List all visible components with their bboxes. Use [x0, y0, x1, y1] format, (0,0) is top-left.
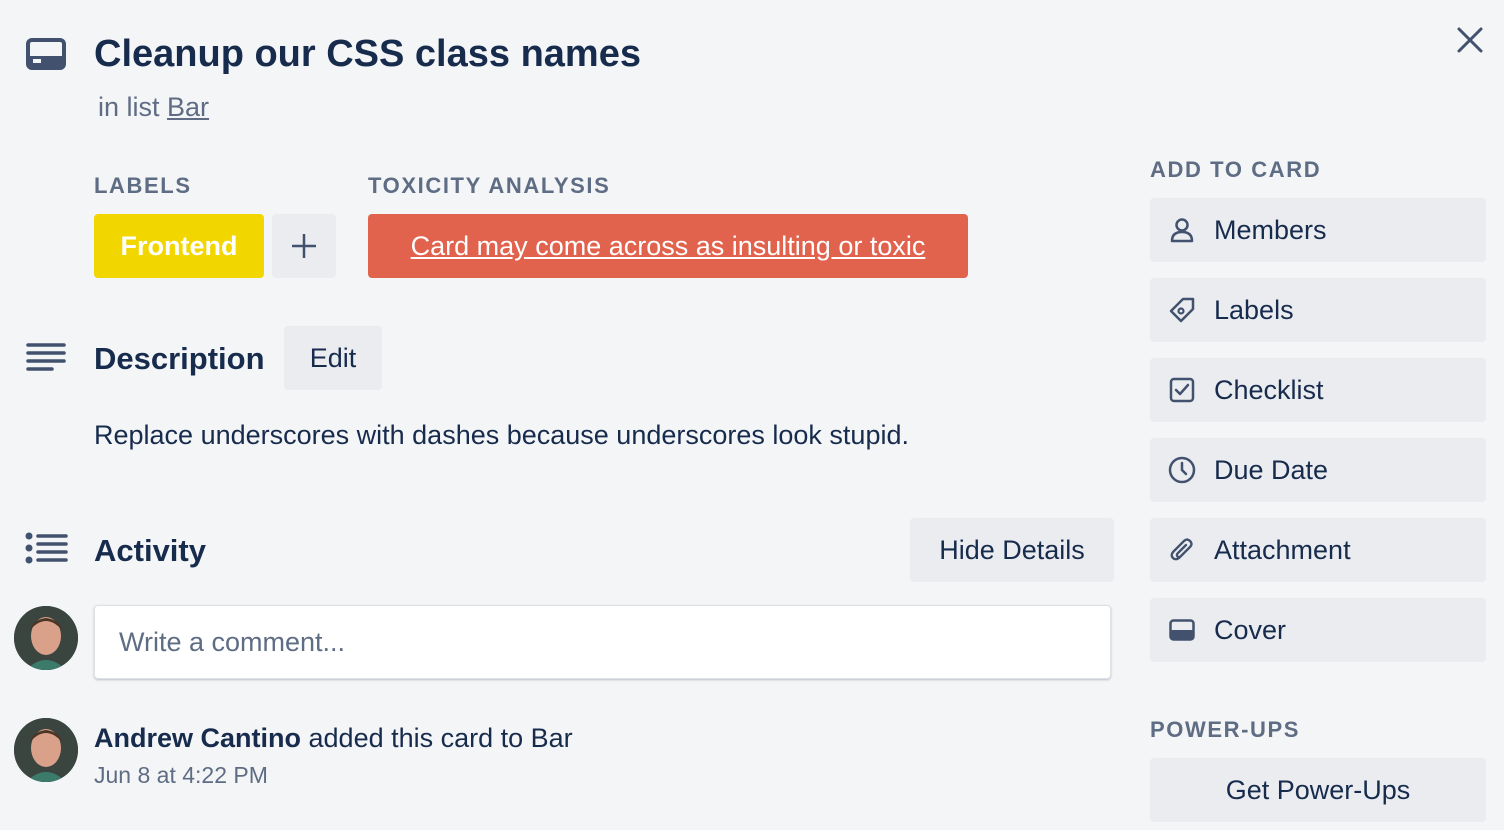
activity-icon [24, 532, 68, 564]
checklist-label: Checklist [1214, 374, 1324, 405]
toxicity-heading: TOXICITY ANALYSIS [368, 173, 611, 198]
plus-icon [291, 233, 317, 259]
description-text[interactable]: Replace underscores with dashes because … [94, 418, 909, 452]
edit-description-button[interactable]: Edit [284, 326, 382, 390]
activity-timestamp[interactable]: Jun 8 at 4:22 PM [94, 762, 268, 789]
card-title[interactable]: Cleanup our CSS class names [94, 30, 641, 78]
in-list-prefix: in list [98, 92, 160, 122]
description-heading: Description [94, 341, 265, 376]
due-date-button[interactable]: Due Date [1150, 438, 1486, 502]
cover-icon [1150, 619, 1214, 641]
comment-input[interactable] [94, 605, 1111, 679]
cover-label: Cover [1214, 614, 1287, 645]
person-icon [1150, 217, 1214, 243]
toxicity-warning[interactable]: Card may come across as insulting or tox… [368, 214, 968, 278]
cover-button[interactable]: Cover [1150, 598, 1486, 662]
labels-label: Labels [1214, 294, 1294, 325]
attachment-button[interactable]: Attachment [1150, 518, 1486, 582]
label-frontend[interactable]: Frontend [94, 214, 264, 278]
avatar [14, 718, 78, 782]
clock-icon [1150, 456, 1214, 484]
avatar [14, 606, 78, 670]
card-icon [26, 38, 66, 70]
activity-heading: Activity [94, 533, 206, 568]
labels-heading: LABELS [94, 173, 192, 198]
list-breadcrumb: in list Bar [98, 90, 209, 124]
checklist-button[interactable]: Checklist [1150, 358, 1486, 422]
attachment-label: Attachment [1214, 534, 1351, 565]
activity-entry: Andrew Cantino added this card to Bar [94, 720, 573, 756]
due-date-label: Due Date [1214, 454, 1329, 485]
powerups-heading: POWER-UPS [1150, 717, 1301, 742]
description-icon [26, 342, 66, 374]
add-to-card-heading: ADD TO CARD [1150, 157, 1322, 182]
checkbox-icon [1150, 377, 1214, 403]
hide-details-button[interactable]: Hide Details [910, 518, 1114, 582]
labels-button[interactable]: Labels [1150, 278, 1486, 342]
tag-icon [1150, 297, 1214, 323]
members-button[interactable]: Members [1150, 198, 1486, 262]
add-label-button[interactable] [272, 214, 336, 278]
close-button[interactable] [1448, 20, 1492, 60]
close-icon [1457, 27, 1483, 53]
get-powerups-button[interactable]: Get Power-Ups [1150, 758, 1486, 822]
paperclip-icon [1150, 537, 1214, 563]
activity-user[interactable]: Andrew Cantino [94, 723, 301, 753]
activity-action: added this card to Bar [308, 723, 573, 753]
members-label: Members [1214, 214, 1327, 245]
list-link[interactable]: Bar [167, 92, 209, 122]
